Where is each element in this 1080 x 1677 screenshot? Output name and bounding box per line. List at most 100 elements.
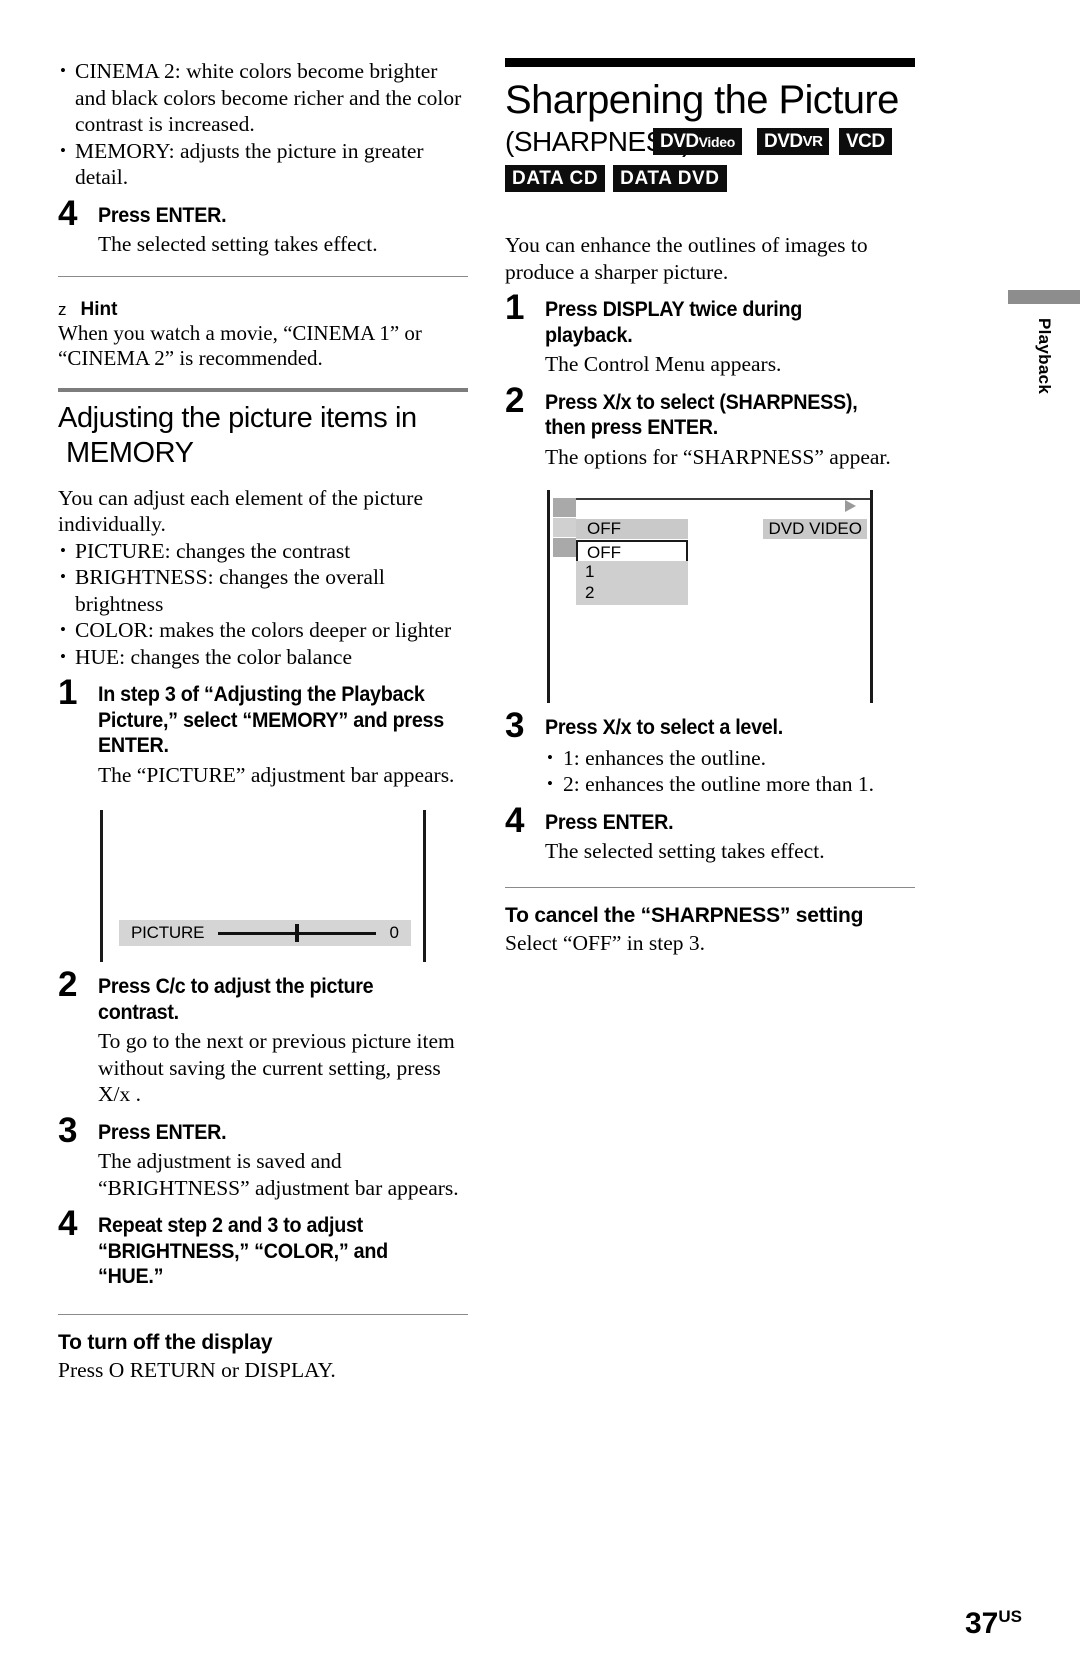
chapter-tab-marker	[1008, 290, 1080, 304]
step-3-enter: 3 Press ENTER. The adjustment is saved a…	[58, 1113, 468, 1202]
return-icon: O	[108, 1357, 125, 1382]
badge-dvd-vr: DVD VR	[757, 128, 830, 155]
turn-off-display-body: Press O RETURN or DISPLAY.	[58, 1357, 468, 1384]
level-options-list: 1: enhances the outline. 2: enhances the…	[545, 745, 915, 798]
osd-icon-cell	[553, 518, 576, 538]
osd-top-line	[570, 498, 870, 500]
chapter-tab-label: Playback	[1035, 318, 1054, 395]
osd-current-value: OFF	[576, 519, 688, 539]
section-title-line2: MEMORY	[66, 436, 194, 469]
hint-icon: z	[58, 299, 67, 319]
hint-body: When you watch a movie, “CINEMA 1” or “C…	[58, 320, 422, 371]
list-item: CINEMA 2: white colors become brighter a…	[58, 58, 468, 138]
right-column: Sharpening the Picture (SHARPNESS) DVD Vi…	[505, 58, 915, 956]
badge-row-data: DATA CD DATA DVD	[505, 165, 915, 192]
section-title-line1: Adjusting the picture items in	[58, 401, 417, 434]
page-number-value: 37	[965, 1607, 999, 1640]
badge-data-dvd: DATA DVD	[613, 165, 727, 192]
step-heading: Press X/x to select (SHARPNESS), then pr…	[545, 390, 858, 440]
step-description: The selected setting takes effect.	[545, 839, 825, 863]
divider	[505, 886, 915, 888]
cancel-sharpness-heading: To cancel the “SHARPNESS” setting	[505, 903, 864, 927]
badge-main: VCD	[846, 130, 885, 152]
manual-page: CINEMA 2: white colors become brighter a…	[0, 0, 1080, 1677]
step-number: 4	[505, 800, 524, 840]
divider	[58, 275, 468, 277]
page-region: US	[998, 1607, 1022, 1626]
step-4-enter: 4 Press ENTER. The selected setting take…	[58, 196, 468, 258]
osd-option-label: OFF	[587, 543, 621, 562]
list-item: MEMORY: adjusts the picture in greater d…	[58, 138, 468, 191]
page-title: Sharpening the Picture	[505, 78, 899, 122]
picture-adjustment-screen: PICTURE 0	[100, 810, 426, 962]
step-description: The selected setting takes effect.	[98, 232, 378, 256]
badge-dvd-video: DVD Video	[653, 128, 742, 155]
step-3-select-level: 3 Press X/x to select a level. 1: enhanc…	[505, 708, 915, 798]
picture-adjustment-bar[interactable]: PICTURE 0	[119, 920, 411, 946]
step-heading: In step 3 of “Adjusting the Playback Pic…	[98, 683, 444, 757]
sharpness-osd-screen: DVD VIDEO OFF OFF 1 2	[547, 490, 873, 703]
right-intro: You can enhance the outlines of images t…	[505, 233, 868, 284]
section-title: Adjusting the picture items in MEMORY	[58, 401, 468, 471]
step-number: 3	[505, 706, 524, 745]
page-number: 37US	[965, 1607, 1022, 1641]
step-4-enter-right: 4 Press ENTER. The selected setting take…	[505, 803, 915, 865]
step-4-repeat: 4 Repeat step 2 and 3 to adjust “BRIGHTN…	[58, 1206, 468, 1290]
list-item: HUE: changes the color balance	[58, 644, 468, 671]
step-number: 4	[58, 1204, 77, 1243]
badge-main: DVD	[660, 130, 699, 152]
step-number: 1	[505, 288, 524, 327]
picture-bar-track[interactable]	[218, 923, 376, 943]
play-arrow-icon	[845, 500, 856, 512]
osd-disc-label: DVD VIDEO	[763, 519, 867, 539]
hint-label: Hint	[80, 298, 118, 320]
hint-heading: z Hint	[58, 299, 468, 321]
osd-option-2[interactable]: 2	[576, 582, 688, 603]
step-description: The “PICTURE” adjustment bar appears.	[98, 762, 455, 787]
step-heading: Repeat step 2 and 3 to adjust “BRIGHTNES…	[98, 1214, 388, 1288]
step-description: To go to the next or previous picture it…	[98, 1029, 455, 1106]
step-number: 3	[58, 1110, 77, 1150]
osd-icon-cell	[553, 498, 576, 518]
step-heading: Press ENTER.	[98, 1120, 227, 1144]
badge-sub: Video	[698, 133, 736, 150]
osd-icon-cell	[553, 538, 576, 558]
step-description: The adjustment is saved and “BRIGHTNESS”…	[98, 1149, 459, 1200]
picture-bar-label: PICTURE	[131, 923, 205, 942]
list-item: 1: enhances the outline.	[545, 745, 915, 772]
step-description: The Control Menu appears.	[545, 352, 782, 376]
step-number: 1	[58, 673, 77, 712]
badge-vcd: VCD	[839, 128, 892, 155]
step-1-display: 1 Press DISPLAY twice during playback. T…	[505, 290, 915, 378]
list-item: PICTURE: changes the contrast	[58, 538, 468, 565]
step-heading: Press ENTER.	[545, 810, 674, 834]
step-1-memory: 1 In step 3 of “Adjusting the Playback P…	[58, 675, 468, 788]
step-heading: Press X/x to select a level.	[545, 716, 783, 739]
section-intro: You can adjust each element of the pictu…	[58, 485, 423, 537]
title-rule	[505, 58, 915, 67]
osd-icon-column	[553, 498, 576, 558]
cinema-options-list: CINEMA 2: white colors become brighter a…	[58, 58, 468, 191]
step-number: 4	[58, 193, 77, 233]
badge-sub: VR	[802, 133, 823, 150]
cancel-sharpness-body: Select “OFF” in step 3.	[505, 930, 706, 955]
picture-bar-thumb[interactable]	[294, 924, 299, 942]
osd-option-list[interactable]: 1 2	[576, 561, 688, 605]
step-heading: Press ENTER.	[98, 203, 227, 227]
step-2-contrast: 2 Press C/c to adjust the picture contra…	[58, 967, 468, 1108]
list-item: 2: enhances the outline more than 1.	[545, 771, 915, 798]
osd-option-1[interactable]: 1	[576, 561, 688, 582]
badge-data-cd: DATA CD	[505, 165, 606, 192]
step-number: 2	[505, 380, 524, 420]
turn-off-suffix: RETURN or DISPLAY.	[124, 1357, 336, 1382]
step-number: 2	[58, 965, 77, 1004]
badge-main: DVD	[764, 130, 803, 152]
subtitle-row: (SHARPNESS) DVD Video DVD VR VCD	[505, 126, 915, 160]
divider	[58, 1313, 468, 1315]
list-item: COLOR: makes the colors deeper or lighte…	[58, 617, 468, 644]
press-label: Press	[58, 1357, 109, 1382]
step-2-select-sharpness: 2 Press X/x to select (SHARPNESS), then …	[505, 383, 915, 471]
step-heading: Press DISPLAY twice during playback.	[545, 298, 803, 347]
step-heading: Press C/c to adjust the picture contrast…	[98, 975, 374, 1024]
picture-bar-value: 0	[389, 923, 399, 942]
